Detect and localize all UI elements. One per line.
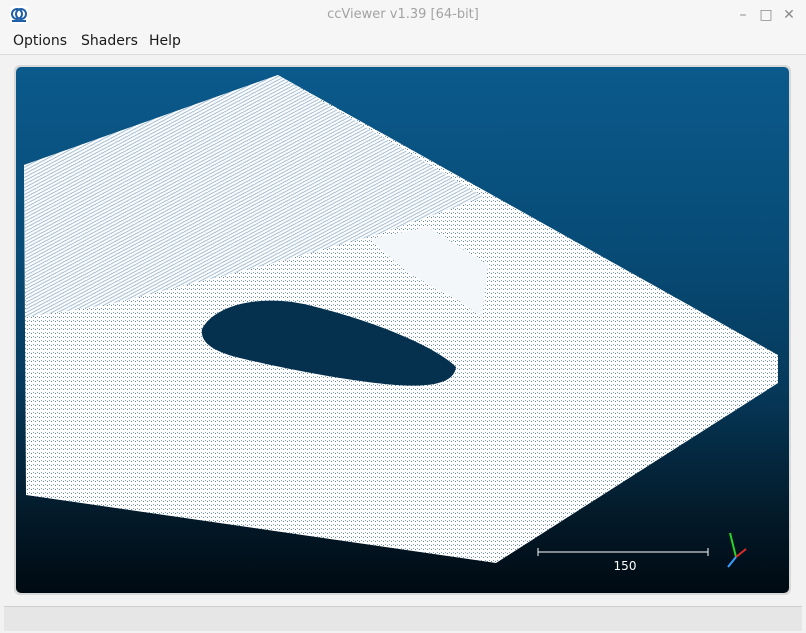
minimize-icon[interactable]: –	[733, 5, 753, 25]
axis-trihedron-icon	[727, 532, 747, 568]
close-icon[interactable]: ✕	[779, 5, 799, 25]
menu-shaders[interactable]: Shaders	[81, 33, 138, 49]
status-bar	[4, 606, 802, 631]
scale-bar	[537, 548, 709, 556]
3d-viewport[interactable]: 150	[16, 67, 789, 593]
window-title: ccViewer v1.39 [64-bit]	[327, 7, 479, 22]
menu-help[interactable]: Help	[149, 33, 181, 49]
maximize-icon[interactable]: □	[756, 5, 776, 25]
point-cloud-render	[24, 75, 778, 568]
scale-bar-label: 150	[613, 559, 637, 573]
viewport-frame: 150	[14, 65, 791, 595]
menu-options[interactable]: Options	[13, 33, 67, 49]
title-bar: ccViewer v1.39 [64-bit] – □ ✕	[0, 0, 806, 30]
menu-bar: Options Shaders Help	[0, 30, 806, 55]
